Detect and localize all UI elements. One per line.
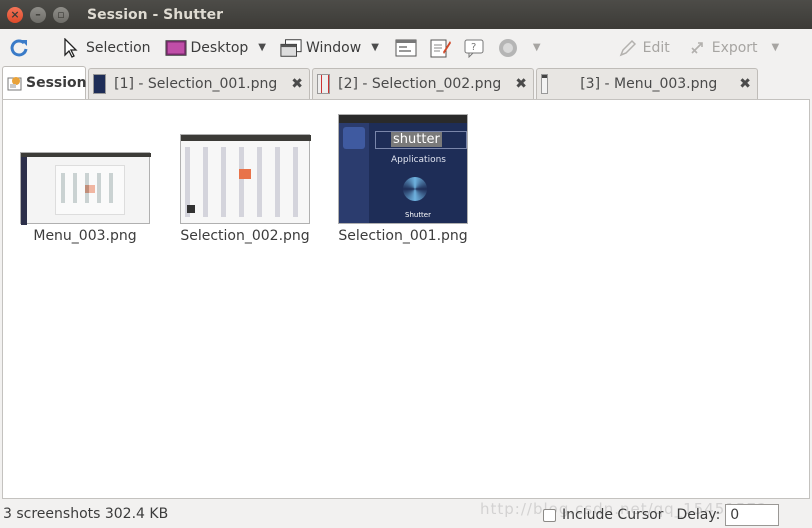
- desktop-dropdown-arrow[interactable]: ▼: [252, 42, 272, 53]
- edit-document-icon: [429, 37, 451, 59]
- include-cursor-checkbox[interactable]: [543, 508, 556, 522]
- pencil-icon: [617, 37, 639, 59]
- tab-label: [2] - Selection_002.png: [338, 76, 502, 92]
- tab-menu-003[interactable]: [3] - Menu_003.png ✖: [536, 68, 758, 99]
- tab-thumbnail: [93, 74, 107, 94]
- export-dropdown-arrow[interactable]: ▼: [766, 42, 786, 53]
- session-item[interactable]: shutter Applications Shutter Selection_0…: [335, 114, 471, 244]
- edit-button[interactable]: Edit: [613, 33, 674, 63]
- menu-button[interactable]: [425, 33, 459, 63]
- export-label: Export: [711, 39, 758, 56]
- tab-close-icon[interactable]: ✖: [515, 76, 527, 92]
- selection-button[interactable]: Selection: [56, 33, 155, 63]
- edit-label: Edit: [642, 39, 670, 56]
- screenshot-thumbnail: shutter Applications Shutter: [338, 114, 468, 224]
- close-window-button[interactable]: ×: [7, 6, 23, 23]
- window-button[interactable]: Window: [276, 33, 365, 63]
- svg-text:?: ?: [471, 42, 476, 53]
- tab-selection-002[interactable]: [2] - Selection_002.png ✖: [312, 68, 534, 99]
- selection-label: Selection: [86, 39, 151, 56]
- window-label: Window: [305, 39, 362, 56]
- menu-window-icon: [395, 37, 417, 59]
- tab-close-icon[interactable]: ✖: [291, 76, 303, 92]
- item-label: Selection_001.png: [338, 228, 468, 244]
- tab-thumbnail: [541, 74, 549, 94]
- item-label: Selection_002.png: [180, 228, 310, 244]
- tab-bar: Session [1] - Selection_001.png ✖ [2] - …: [0, 66, 812, 99]
- desktop-button[interactable]: Desktop: [161, 33, 253, 63]
- status-summary: 3 screenshots 302.4 KB: [3, 506, 169, 522]
- toolbar: Selection Desktop ▼ Window ▼ ? ▼ Edit Ex…: [0, 29, 812, 66]
- delay-input[interactable]: [725, 504, 780, 526]
- session-view[interactable]: Menu_003.png Selection_002.png shutter A…: [2, 99, 810, 499]
- section-button[interactable]: [391, 33, 425, 63]
- status-bar: 3 screenshots 302.4 KB http://blog.csdn.…: [0, 500, 812, 528]
- include-cursor-label: Include Cursor: [562, 507, 664, 523]
- globe-icon: [497, 37, 519, 59]
- web-button[interactable]: [493, 33, 527, 63]
- export-button[interactable]: Export: [682, 33, 762, 63]
- capture-options: Include Cursor Delay:: [543, 504, 780, 526]
- export-icon: [686, 37, 708, 59]
- tab-close-icon[interactable]: ✖: [739, 76, 751, 92]
- cursor-arrow-icon: [60, 37, 82, 59]
- desktop-icon: [164, 37, 187, 59]
- delay-label: Delay:: [676, 507, 721, 523]
- thumbnail-shutter-text: Shutter: [405, 211, 431, 219]
- tab-label: [3] - Menu_003.png: [580, 76, 718, 92]
- session-icon: [7, 75, 23, 91]
- tab-selection-001[interactable]: [1] - Selection_001.png ✖: [88, 68, 310, 99]
- tab-label: Session: [26, 75, 87, 91]
- window-icon: [280, 37, 302, 59]
- refresh-button[interactable]: [4, 33, 38, 63]
- screenshot-thumbnail: [180, 134, 311, 224]
- refresh-icon: [8, 37, 30, 59]
- tab-thumbnail: [317, 74, 331, 94]
- tab-session[interactable]: Session: [2, 66, 87, 99]
- web-dropdown-arrow[interactable]: ▼: [527, 42, 547, 53]
- window-dropdown-arrow[interactable]: ▼: [365, 42, 385, 53]
- maximize-window-button[interactable]: ▫: [53, 6, 69, 23]
- tab-label: [1] - Selection_001.png: [114, 76, 278, 92]
- title-bar: × – ▫ Session - Shutter: [0, 0, 812, 29]
- minimize-window-button[interactable]: –: [30, 6, 46, 23]
- tooltip-icon: ?: [463, 37, 485, 59]
- session-item[interactable]: Menu_003.png: [20, 152, 151, 244]
- thumbnail-applications-text: Applications: [391, 155, 446, 165]
- screenshot-thumbnail: [20, 152, 151, 225]
- tooltip-button[interactable]: ?: [459, 33, 493, 63]
- window-title: Session - Shutter: [87, 6, 223, 23]
- session-item[interactable]: Selection_002.png: [177, 134, 313, 244]
- desktop-label: Desktop: [190, 39, 249, 56]
- thumbnail-search-text: shutter: [391, 132, 442, 147]
- item-label: Menu_003.png: [33, 228, 137, 244]
